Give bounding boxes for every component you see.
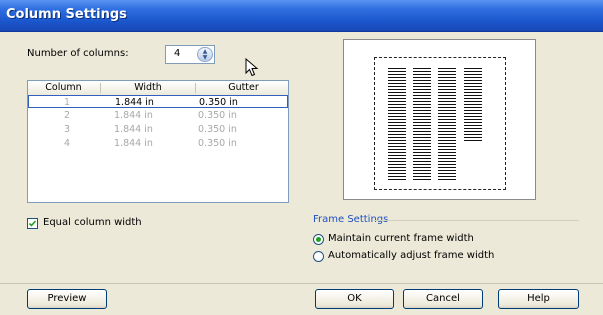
column-preview-bar: [388, 68, 406, 181]
radio-selected-dot: [316, 237, 321, 242]
auto-adjust-frame-width-label[interactable]: Automatically adjust frame width: [328, 250, 494, 261]
number-of-columns-label: Number of columns:: [27, 48, 129, 59]
column-preview-bar: [438, 68, 456, 181]
title-bar[interactable]: Column Settings: [0, 0, 603, 32]
column-header-column[interactable]: Column: [36, 82, 91, 93]
help-button[interactable]: Help: [498, 289, 579, 309]
column-header-width[interactable]: Width: [113, 82, 183, 93]
column-gutter[interactable]: 0.350 in: [199, 97, 238, 108]
column-preview-bar: [464, 68, 482, 141]
column-gutter[interactable]: 0.350 in: [198, 138, 237, 149]
column-width[interactable]: 1.844 in: [114, 124, 153, 135]
table-row[interactable]: 4 1.844 in 0.350 in: [28, 137, 288, 150]
equal-column-width-checkbox[interactable]: [27, 218, 38, 229]
table-row[interactable]: 3 1.844 in 0.350 in: [28, 123, 288, 136]
column-width[interactable]: 1.844 in: [114, 110, 153, 121]
column-table[interactable]: Column Width Gutter 1 1.844 in 0.350 in …: [27, 80, 289, 203]
column-preview-bar: [413, 68, 431, 181]
dialog-title: Column Settings: [6, 7, 127, 22]
checkmark-icon: [28, 220, 37, 227]
auto-adjust-frame-width-radio[interactable]: [313, 251, 324, 262]
table-row[interactable]: 1 1.844 in 0.350 in: [28, 95, 288, 108]
button-row-divider: [0, 283, 603, 284]
column-number: 3: [64, 124, 71, 135]
table-header: Column Width Gutter: [28, 81, 288, 96]
column-number: 2: [64, 110, 71, 121]
column-number: 1: [64, 97, 71, 108]
preview-button[interactable]: Preview: [27, 289, 107, 309]
column-width[interactable]: 1.844 in: [114, 138, 153, 149]
column-width[interactable]: 1.844 in: [115, 97, 154, 108]
column-gutter[interactable]: 0.350 in: [198, 110, 237, 121]
number-of-columns-value: 4: [174, 48, 181, 59]
page-outline: [374, 57, 506, 190]
column-gutter[interactable]: 0.350 in: [198, 124, 237, 135]
ok-button[interactable]: OK: [315, 289, 394, 309]
number-of-columns-spinner[interactable]: 4 ▲ ▼: [165, 45, 215, 64]
table-row[interactable]: 2 1.844 in 0.350 in: [28, 109, 288, 122]
equal-column-width-label[interactable]: Equal column width: [43, 217, 142, 228]
spin-buttons[interactable]: ▲ ▼: [197, 47, 213, 62]
frame-settings-divider: [374, 220, 579, 221]
maintain-frame-width-radio[interactable]: [313, 234, 324, 245]
column-number: 4: [64, 138, 71, 149]
cancel-button[interactable]: Cancel: [403, 289, 483, 309]
column-header-gutter[interactable]: Gutter: [206, 82, 281, 93]
column-preview: [343, 39, 536, 200]
mouse-cursor-icon: [245, 58, 259, 77]
spin-down-icon[interactable]: ▼: [198, 55, 212, 61]
column-settings-dialog: Column Settings Number of columns: 4 ▲ ▼…: [0, 0, 603, 315]
maintain-frame-width-label[interactable]: Maintain current frame width: [328, 233, 474, 244]
